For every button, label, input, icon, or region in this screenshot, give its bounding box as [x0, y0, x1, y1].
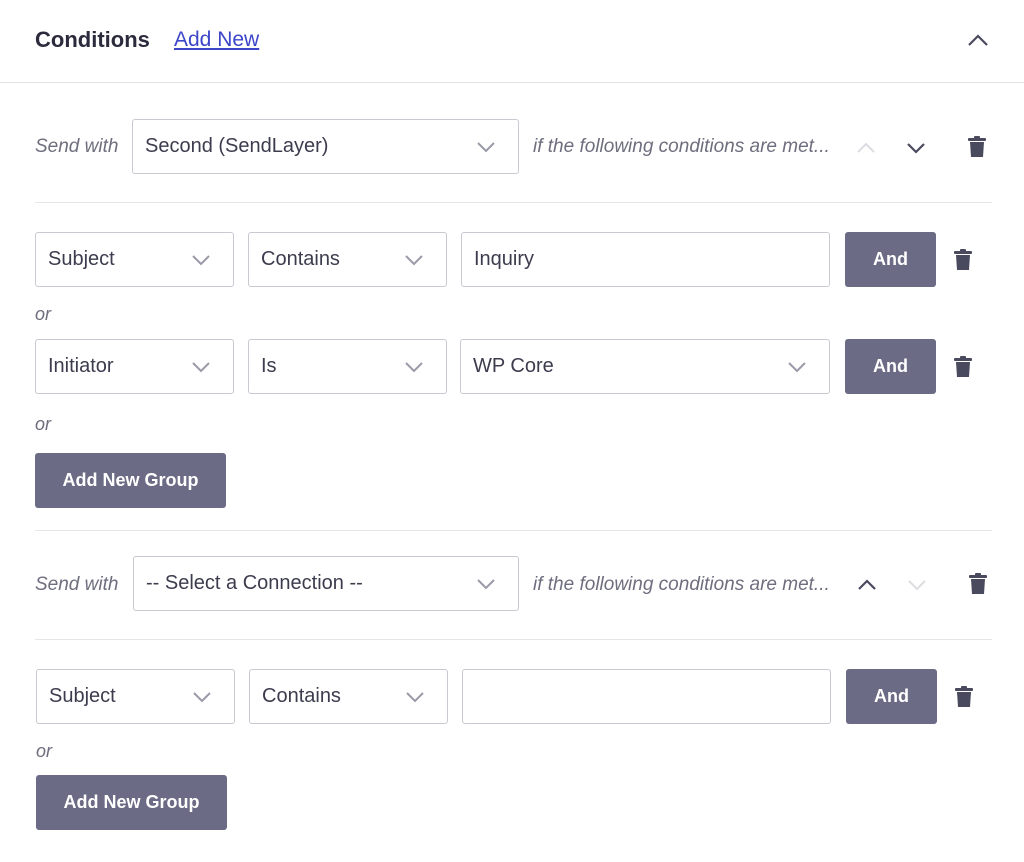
chevron-up-icon	[968, 34, 988, 46]
conditions-met-text: if the following conditions are met...	[533, 574, 830, 595]
field-select[interactable]: Subject	[35, 232, 234, 287]
move-down-button[interactable]	[903, 571, 931, 599]
connection-value: -- Select a Connection --	[146, 572, 363, 594]
or-label: or	[36, 741, 53, 761]
connection-select[interactable]: Second (SendLayer)	[132, 119, 519, 174]
divider	[35, 202, 992, 203]
chevron-up-icon	[857, 142, 875, 153]
delete-rule-button[interactable]	[965, 570, 991, 598]
field-value: Subject	[48, 248, 115, 270]
field-select[interactable]: Initiator	[35, 339, 234, 394]
value-input[interactable]	[462, 669, 831, 724]
move-up-button[interactable]	[852, 134, 880, 162]
move-up-button[interactable]	[853, 571, 881, 599]
chevron-down-icon	[405, 254, 423, 265]
field-value: Subject	[49, 685, 116, 707]
divider	[35, 530, 992, 531]
chevron-down-icon	[405, 361, 423, 372]
operator-select[interactable]: Is	[248, 339, 447, 394]
chevron-down-icon	[406, 691, 424, 702]
add-new-link[interactable]: Add New	[174, 28, 259, 52]
trash-icon	[968, 136, 986, 157]
chevron-down-icon	[192, 361, 210, 372]
or-label: or	[35, 414, 52, 434]
or-label: or	[35, 304, 52, 324]
add-new-group-button[interactable]: Add New Group	[36, 775, 227, 830]
and-button[interactable]: And	[845, 339, 936, 394]
conditions-header: Conditions Add New	[0, 0, 1024, 83]
value-text: Inquiry	[474, 248, 535, 270]
value-select[interactable]: WP Core	[460, 339, 830, 394]
field-value: Initiator	[48, 355, 114, 377]
collapse-button[interactable]	[962, 24, 994, 56]
trash-icon	[955, 686, 973, 707]
delete-rule-button[interactable]	[964, 133, 990, 161]
and-button[interactable]: And	[846, 669, 937, 724]
chevron-up-icon	[858, 579, 876, 590]
chevron-down-icon	[193, 691, 211, 702]
chevron-down-icon	[908, 580, 926, 591]
operator-select[interactable]: Contains	[248, 232, 447, 287]
connection-value: Second (SendLayer)	[145, 135, 329, 157]
chevron-down-icon	[477, 141, 495, 152]
send-with-label: Send with	[35, 136, 119, 157]
section-title: Conditions	[35, 27, 150, 52]
trash-icon	[954, 249, 972, 270]
value-input[interactable]: Inquiry	[461, 232, 830, 287]
chevron-down-icon	[477, 578, 495, 589]
and-button[interactable]: And	[845, 232, 936, 287]
operator-value: Contains	[261, 248, 340, 270]
divider	[35, 639, 992, 640]
delete-condition-button[interactable]	[951, 247, 975, 273]
chevron-down-icon	[907, 143, 925, 154]
delete-condition-button[interactable]	[952, 684, 976, 710]
add-new-group-button[interactable]: Add New Group	[35, 453, 226, 508]
field-select[interactable]: Subject	[36, 669, 235, 724]
conditions-met-text: if the following conditions are met...	[533, 136, 830, 157]
value-text: WP Core	[473, 355, 554, 377]
chevron-down-icon	[788, 361, 806, 372]
connection-select[interactable]: -- Select a Connection --	[133, 556, 519, 611]
delete-condition-button[interactable]	[951, 354, 975, 380]
operator-value: Is	[261, 355, 277, 377]
trash-icon	[969, 573, 987, 594]
operator-value: Contains	[262, 685, 341, 707]
operator-select[interactable]: Contains	[249, 669, 448, 724]
chevron-down-icon	[192, 254, 210, 265]
move-down-button[interactable]	[902, 134, 930, 162]
trash-icon	[954, 356, 972, 377]
send-with-label: Send with	[35, 574, 119, 595]
